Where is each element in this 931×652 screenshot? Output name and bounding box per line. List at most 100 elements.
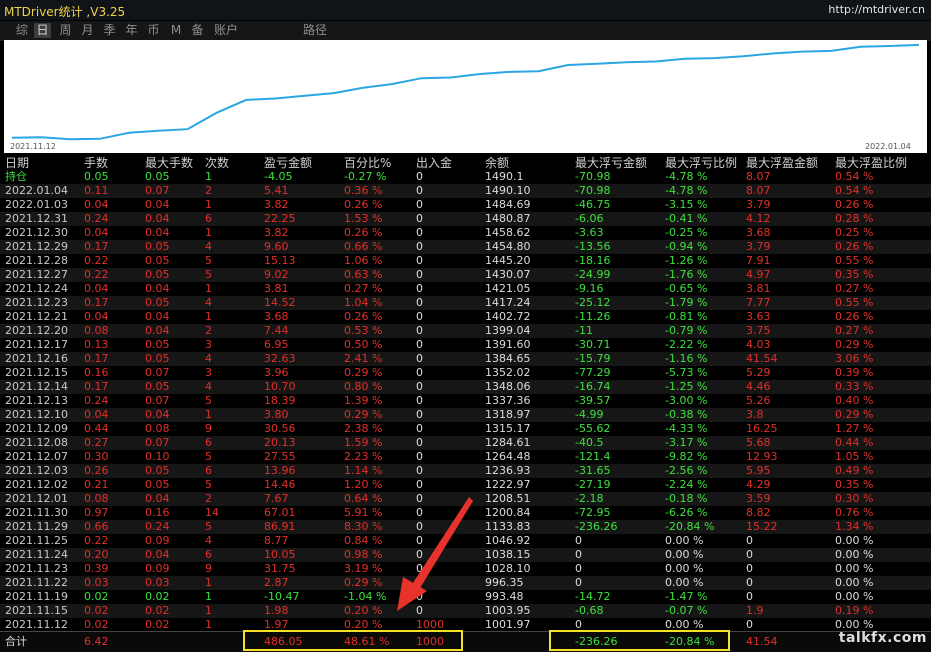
cell-count: 3	[205, 338, 212, 351]
cell-pct: 1.53 %	[344, 212, 383, 225]
cell-io: 0	[416, 282, 423, 295]
site-url-link[interactable]: http://mtdriver.cn	[828, 3, 925, 16]
cell-pnl: 1.98	[264, 604, 289, 617]
cell-max-float-profit-amt: 7.91	[746, 254, 771, 267]
chart-end-date-label: 2022.01.04	[865, 142, 911, 151]
cell-count: 2	[205, 184, 212, 197]
column-header-date[interactable]: 日期	[5, 156, 29, 170]
table-row[interactable]: 2021.12.10 0.04 0.04 1 3.80 0.29 % 0 1318.97 -4.…	[0, 408, 931, 422]
cell-lots: 0.08	[84, 324, 109, 337]
cell-lots: 0.03	[84, 576, 109, 589]
cell-balance: 1337.36	[485, 394, 531, 407]
column-header-lots[interactable]: 手数	[84, 156, 108, 170]
table-row[interactable]: 2021.12.16 0.17 0.05 4 32.63 2.41 % 0 1384.65 -1…	[0, 352, 931, 366]
table-row[interactable]: 2021.12.02 0.21 0.05 5 14.46 1.20 % 0 1222.97 -2…	[0, 478, 931, 492]
table-row[interactable]: 持仓 0.05 0.05 1 -4.05 -0.27 % 0 1490.1 -70.98 -4.7…	[0, 170, 931, 184]
cell-max-float-profit-amt: 8.82	[746, 506, 771, 519]
table-row[interactable]: 2021.12.09 0.44 0.08 9 30.56 2.38 % 0 1315.17 -5…	[0, 422, 931, 436]
cell-io: 0	[416, 254, 423, 267]
cell-pnl: 5.41	[264, 184, 289, 197]
totals-label: 合计	[5, 635, 27, 648]
column-header-max-lots[interactable]: 最大手数	[145, 156, 193, 170]
cell-max-float-profit-amt: 3.81	[746, 282, 771, 295]
cell-balance: 1430.07	[485, 268, 531, 281]
totals-max-float-profit-amt: 41.54	[746, 635, 778, 648]
cell-count: 1	[205, 604, 212, 617]
column-header-count[interactable]: 次数	[205, 156, 229, 170]
table-header: 日期 手数 最大手数 次数 盈亏金额 百分比% 出入金 余额 最大浮亏金额 最大浮亏比例 最大浮盈金…	[0, 156, 931, 170]
cell-max-float-profit-pct: 0.35 %	[835, 268, 874, 281]
cell-pnl: 3.82	[264, 226, 289, 239]
table-row[interactable]: 2021.12.30 0.04 0.04 1 3.82 0.26 % 0 1458.62 -3.…	[0, 226, 931, 240]
tab-10[interactable]: 路径	[300, 23, 330, 38]
table-row[interactable]: 2021.12.29 0.17 0.05 4 9.60 0.66 % 0 1454.80 -13…	[0, 240, 931, 254]
cell-io: 0	[416, 352, 423, 365]
table-row[interactable]: 2021.12.28 0.22 0.05 5 15.13 1.06 % 0 1445.20 -1…	[0, 254, 931, 268]
column-header-max-float-loss-pct[interactable]: 最大浮亏比例	[665, 156, 737, 170]
tab-3[interactable]: 月	[79, 23, 96, 38]
cell-max-float-profit-pct: 0.29 %	[835, 408, 874, 421]
tab-1[interactable]: 日	[34, 23, 51, 38]
tab-4[interactable]: 季	[101, 23, 118, 38]
cell-io: 0	[416, 268, 423, 281]
tab-8[interactable]: 备	[189, 23, 206, 38]
cell-max-float-loss-amt: -18.16	[575, 254, 611, 267]
table-row[interactable]: 2021.12.15 0.16 0.07 3 3.96 0.29 % 0 1352.02 -77…	[0, 366, 931, 380]
column-header-balance[interactable]: 余额	[485, 156, 509, 170]
cell-io: 0	[416, 464, 423, 477]
table-row[interactable]: 2021.12.24 0.04 0.04 1 3.81 0.27 % 0 1421.05 -9.…	[0, 282, 931, 296]
table-row[interactable]: 2021.12.17 0.13 0.05 3 6.95 0.50 % 0 1391.60 -30…	[0, 338, 931, 352]
column-header-pct[interactable]: 百分比%	[344, 156, 391, 170]
column-header-max-float-loss-amt[interactable]: 最大浮亏金额	[575, 156, 647, 170]
cell-io: 0	[416, 408, 423, 421]
tab-9[interactable]: 账户	[212, 23, 240, 38]
table-row[interactable]: 2021.12.03 0.26 0.05 6 13.96 1.14 % 0 1236.93 -3…	[0, 464, 931, 478]
cell-max-lots: 0.05	[145, 254, 170, 267]
cell-lots: 0.17	[84, 352, 109, 365]
column-header-max-float-profit-amt[interactable]: 最大浮盈金额	[746, 156, 818, 170]
table-row[interactable]: 2021.12.23 0.17 0.05 4 14.52 1.04 % 0 1417.24 -2…	[0, 296, 931, 310]
tab-0[interactable]: 综	[14, 23, 30, 38]
table-row[interactable]: 2021.12.07 0.30 0.10 5 27.55 2.23 % 0 1264.48 -1…	[0, 450, 931, 464]
column-header-pnl[interactable]: 盈亏金额	[264, 156, 312, 170]
column-header-io[interactable]: 出入金	[416, 156, 452, 170]
tab-2[interactable]: 周	[57, 23, 74, 38]
cell-date: 2021.12.31	[5, 212, 68, 225]
cell-pnl: 22.25	[264, 212, 296, 225]
cell-balance: 1490.1	[485, 170, 524, 183]
table-row[interactable]: 2021.12.14 0.17 0.05 4 10.70 0.80 % 0 1348.06 -1…	[0, 380, 931, 394]
cell-pct: 0.27 %	[344, 282, 383, 295]
highlight-box-float-loss	[549, 630, 730, 651]
cell-lots: 0.17	[84, 296, 109, 309]
table-row[interactable]: 2021.11.12 0.02 0.02 1 1.97 0.20 % 1000 1001.97…	[0, 618, 931, 632]
cell-io: 0	[416, 422, 423, 435]
table-row[interactable]: 2022.01.03 0.04 0.04 1 3.82 0.26 % 0 1484.69 -46…	[0, 198, 931, 212]
cell-pct: 0.53 %	[344, 324, 383, 337]
cell-max-lots: 0.05	[145, 268, 170, 281]
table-row[interactable]: 2021.12.20 0.08 0.04 2 7.44 0.53 % 0 1399.04 -11…	[0, 324, 931, 338]
cell-pnl: 6.95	[264, 338, 289, 351]
cell-date: 2021.12.08	[5, 436, 68, 449]
table-row[interactable]: 2021.12.21 0.04 0.04 1 3.68 0.26 % 0 1402.72 -11…	[0, 310, 931, 324]
column-header-max-float-profit-pct[interactable]: 最大浮盈比例	[835, 156, 907, 170]
cell-max-float-loss-amt: -14.72	[575, 590, 611, 603]
tab-6[interactable]: 币	[145, 23, 162, 38]
table-row[interactable]: 2022.01.04 0.11 0.07 2 5.41 0.36 % 0 1490.10 -70…	[0, 184, 931, 198]
tab-7[interactable]: M	[169, 23, 183, 38]
tab-5[interactable]: 年	[123, 23, 140, 38]
cell-count: 6	[205, 464, 212, 477]
cell-balance: 1200.84	[485, 506, 531, 519]
cell-balance: 1001.97	[485, 618, 531, 631]
table-row[interactable]: 2021.12.27 0.22 0.05 5 9.02 0.63 % 0 1430.07 -24…	[0, 268, 931, 282]
cell-max-float-loss-pct: -0.25 %	[665, 226, 708, 239]
cell-lots: 0.16	[84, 366, 109, 379]
table-row[interactable]: 2021.12.31 0.24 0.04 6 22.25 1.53 % 0 1480.87 -6…	[0, 212, 931, 226]
table-row[interactable]: 2021.12.13 0.24 0.07 5 18.39 1.39 % 0 1337.36 -3…	[0, 394, 931, 408]
cell-pct: 0.20 %	[344, 604, 383, 617]
table-row[interactable]: 2021.12.08 0.27 0.07 6 20.13 1.59 % 0 1284.61 -4…	[0, 436, 931, 450]
cell-max-float-profit-pct: 0.55 %	[835, 296, 874, 309]
cell-max-float-loss-pct: -3.00 %	[665, 394, 708, 407]
cell-date: 2021.12.24	[5, 282, 68, 295]
chart-background	[4, 40, 927, 153]
cell-pnl: 2.87	[264, 576, 289, 589]
